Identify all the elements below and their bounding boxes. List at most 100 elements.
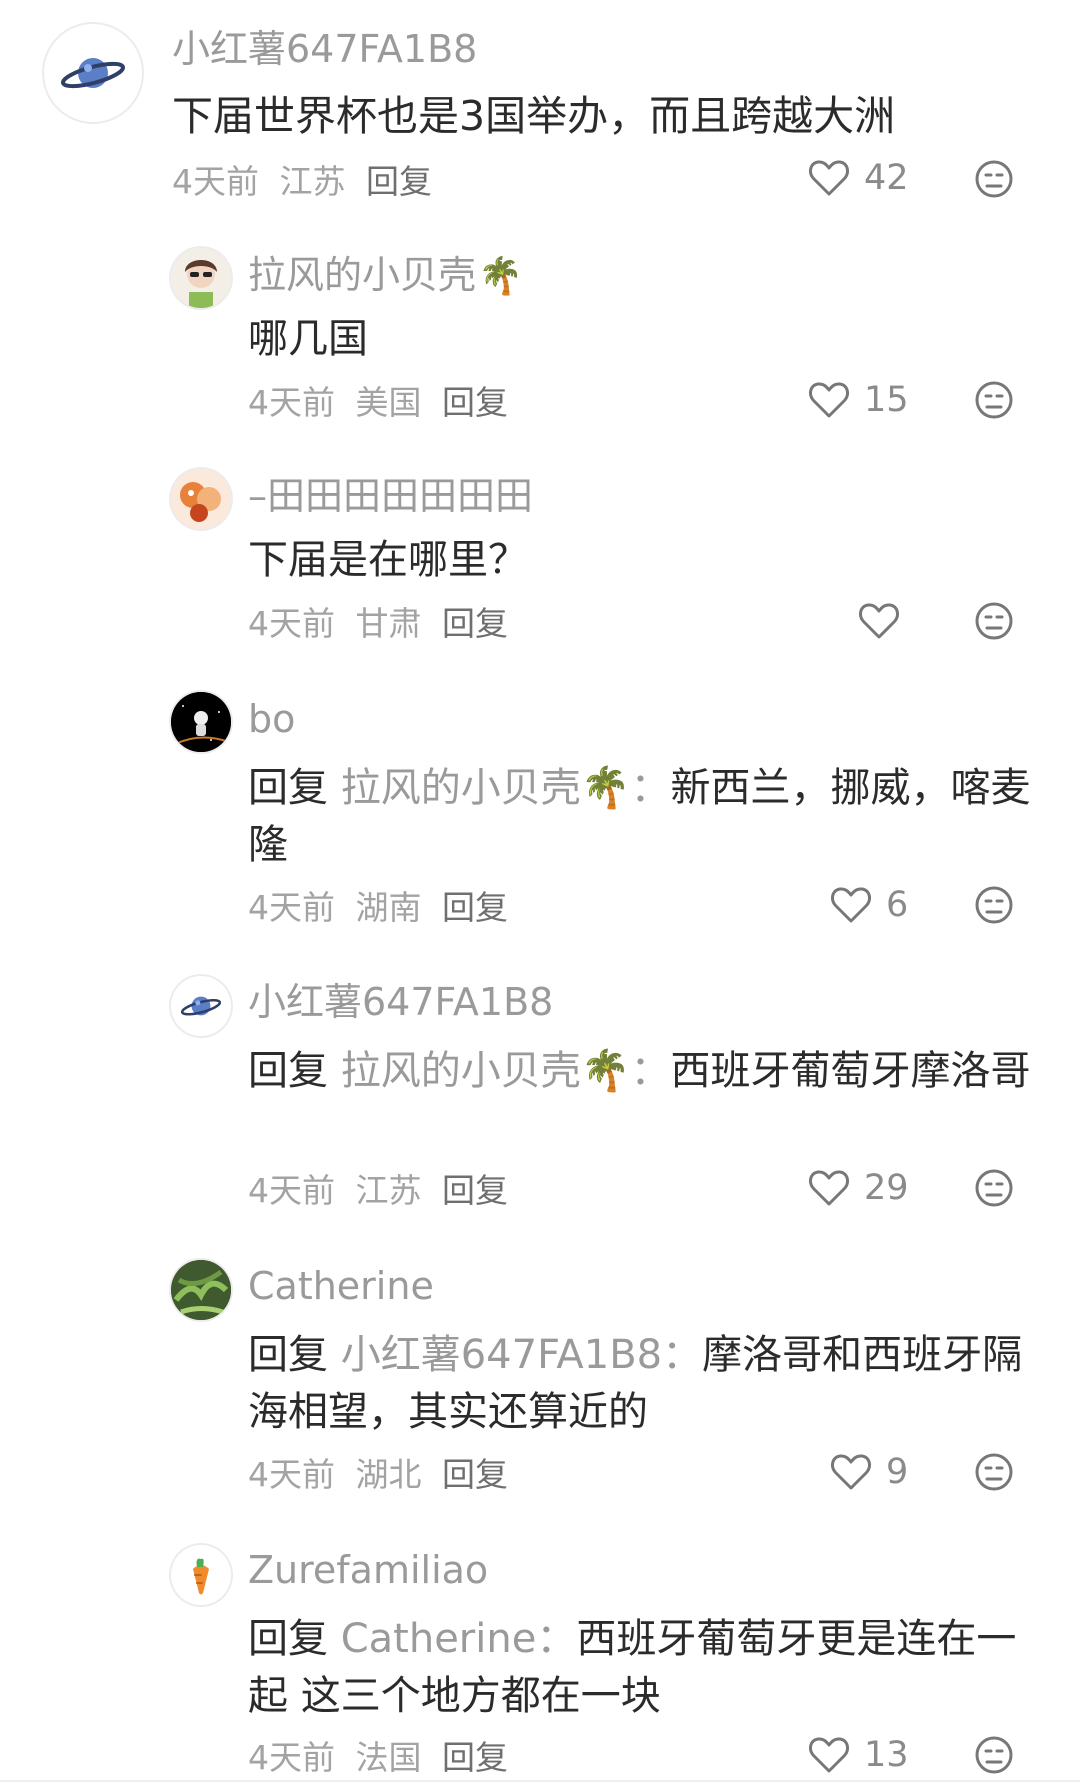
reply-prefix: 回复 [248, 1616, 341, 1662]
comment-meta: 4天前 美国 回复 [248, 386, 518, 419]
heart-icon [809, 382, 849, 418]
reply-button[interactable]: 回复 [442, 604, 508, 643]
comment-author[interactable]: 小红薯647FA1B8 [248, 983, 553, 1021]
neutral-face-icon [975, 602, 1013, 640]
comment-text[interactable]: 回复 拉风的小贝壳🌴：西班牙葡萄牙摩洛哥 [248, 1043, 1038, 1100]
comment-location: 湖南 [355, 888, 422, 927]
comment-location: 江苏 [355, 1171, 422, 1210]
comment-author[interactable]: bo [248, 700, 295, 738]
reply-prefix: 回复 [248, 1048, 341, 1094]
comment-text[interactable]: 回复 Catherine：西班牙葡萄牙更是连在一起 这三个地方都在一块 [248, 1611, 1038, 1725]
comment-text[interactable]: 回复 小红薯647FA1B8：摩洛哥和西班牙隔海相望，其实还算近的 [248, 1327, 1038, 1441]
comment-location: 甘肃 [355, 604, 422, 643]
reply-target[interactable]: 小红薯647FA1B8： [341, 1332, 702, 1378]
reply-button[interactable]: 回复 [442, 1171, 508, 1210]
like-button[interactable] [858, 601, 914, 641]
comment-location: 江苏 [279, 162, 346, 201]
author-name: Catherine [248, 1264, 434, 1308]
dislike-button[interactable] [974, 1168, 1014, 1208]
comment-time: 4天前 [172, 162, 259, 201]
dislike-button[interactable] [974, 159, 1014, 199]
like-button[interactable]: 9 [830, 1452, 908, 1492]
comment-time: 4天前 [248, 383, 335, 422]
comment-text[interactable]: 哪几国 [248, 311, 1038, 368]
comment-time: 4天前 [248, 1171, 335, 1210]
neutral-face-icon [975, 1453, 1013, 1491]
author-name: Zurefamiliao [248, 1548, 489, 1592]
like-button[interactable]: 29 [808, 1168, 909, 1208]
dislike-button[interactable] [974, 380, 1014, 420]
plant-avatar[interactable] [171, 1260, 231, 1320]
comment-body: 下届是在哪里？ [248, 537, 528, 583]
heart-icon [859, 603, 899, 639]
comment-body: 西班牙葡萄牙摩洛哥 [670, 1048, 1031, 1094]
dislike-button[interactable] [974, 601, 1014, 641]
like-button[interactable]: 13 [808, 1735, 909, 1775]
comment-author[interactable]: 拉风的小贝壳🌴 [248, 256, 523, 295]
comment-location: 美国 [355, 383, 422, 422]
reply-button[interactable]: 回复 [442, 888, 508, 927]
dislike-button[interactable] [974, 885, 1014, 925]
girl-avatar[interactable] [171, 248, 231, 308]
planet-avatar[interactable] [44, 24, 142, 122]
comment-time: 4天前 [248, 1738, 335, 1777]
author-name: 小红薯647FA1B8 [248, 980, 554, 1024]
like-button[interactable]: 42 [808, 158, 909, 198]
comment-location: 湖北 [355, 1455, 422, 1494]
palm-tree-emoji: 🌴 [478, 256, 523, 297]
comment-meta: 4天前 法国 回复 [248, 1741, 518, 1774]
astronaut-avatar[interactable] [171, 692, 231, 752]
planet-avatar[interactable] [171, 976, 231, 1036]
comment-author[interactable]: –田田田田田田田 [248, 477, 533, 515]
comment-location: 法国 [355, 1738, 422, 1777]
comment-time: 4天前 [248, 604, 335, 643]
comment-meta: 4天前 湖北 回复 [248, 1458, 518, 1491]
dislike-button[interactable] [974, 1452, 1014, 1492]
comment-text[interactable]: 下届是在哪里？ [248, 532, 1038, 589]
heart-icon [809, 1737, 849, 1773]
cartoon-avatar[interactable] [171, 469, 231, 529]
comment-author[interactable]: Zurefamiliao [248, 1551, 488, 1589]
reply-button[interactable]: 回复 [442, 383, 508, 422]
neutral-face-icon [975, 1736, 1013, 1774]
comment-text[interactable]: 回复 拉风的小贝壳🌴：新西兰，挪威，喀麦隆 [248, 760, 1038, 874]
comment-body: 哪几国 [248, 316, 368, 362]
heart-icon [809, 1170, 849, 1206]
neutral-face-icon [975, 886, 1013, 924]
carrot-avatar[interactable] [171, 1545, 231, 1605]
reply-button[interactable]: 回复 [366, 162, 432, 201]
like-count: 15 [864, 379, 909, 420]
dislike-button[interactable] [974, 1735, 1014, 1775]
comment-meta: 4天前 湖南 回复 [248, 891, 518, 924]
reply-target[interactable]: 拉风的小贝壳🌴： [341, 1048, 671, 1094]
like-count: 13 [864, 1734, 909, 1775]
neutral-face-icon [975, 1169, 1013, 1207]
comment-author[interactable]: Catherine [248, 1267, 434, 1305]
like-button[interactable]: 6 [830, 885, 908, 925]
like-count: 42 [864, 157, 909, 198]
reply-target[interactable]: Catherine： [341, 1616, 577, 1662]
comment-meta: 4天前 甘肃 回复 [248, 607, 518, 640]
comment-time: 4天前 [248, 1455, 335, 1494]
author-name: 拉风的小贝壳 [248, 253, 477, 297]
reply-prefix: 回复 [248, 1332, 341, 1378]
reply-target[interactable]: 拉风的小贝壳🌴： [341, 765, 671, 811]
reply-prefix: 回复 [248, 765, 341, 811]
comment-author[interactable]: 小红薯647FA1B8 [172, 30, 477, 68]
like-count: 29 [864, 1167, 909, 1208]
comment-meta: 4天前 江苏 回复 [248, 1174, 518, 1207]
comment-meta: 4天前 江苏 回复 [172, 165, 442, 198]
neutral-face-icon [975, 160, 1013, 198]
neutral-face-icon [975, 381, 1013, 419]
author-name: 小红薯647FA1B8 [172, 27, 478, 71]
divider [0, 1780, 1080, 1782]
reply-button[interactable]: 回复 [442, 1455, 508, 1494]
author-name: bo [248, 697, 296, 741]
like-button[interactable]: 15 [808, 380, 909, 420]
reply-button[interactable]: 回复 [442, 1738, 508, 1777]
comment-text[interactable]: 下届世界杯也是3国举办，而且跨越大洲 [172, 88, 962, 145]
heart-icon [831, 887, 871, 923]
comment-body: 下届世界杯也是3国举办，而且跨越大洲 [172, 92, 896, 140]
heart-icon [831, 1454, 871, 1490]
like-count: 6 [886, 884, 909, 925]
